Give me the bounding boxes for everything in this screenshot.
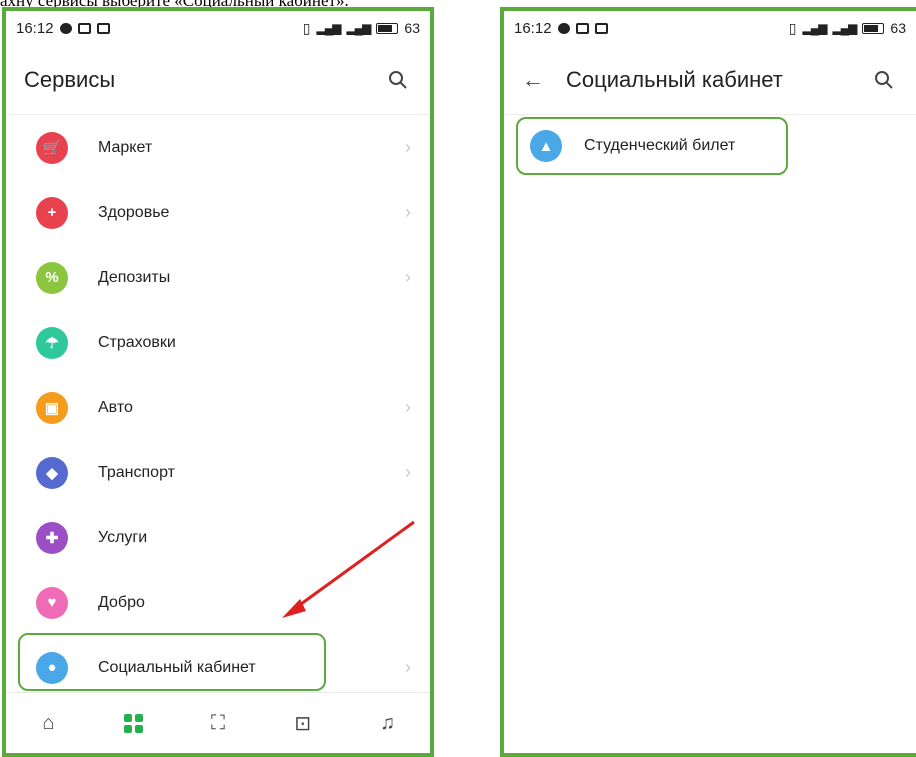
bottom-nav: ⌂ ⛶ ⊡ ♫ (6, 692, 430, 753)
nav-services[interactable] (113, 703, 153, 743)
battery-icon (376, 22, 399, 34)
chevron-right-icon: › (405, 397, 411, 417)
message-icon (59, 22, 72, 34)
chevron-right-icon: › (405, 137, 411, 157)
gallery-icon (575, 22, 589, 34)
service-item-label: Здоровье (98, 203, 170, 221)
nav-home[interactable]: ⌂ (28, 703, 68, 743)
signal-icon: ▂▄▆ (316, 21, 341, 35)
gallery-icon (77, 22, 91, 34)
highlight-frame (516, 117, 788, 175)
status-time: 16:12 (16, 19, 54, 37)
service-item[interactable]: ♥ Добро (6, 570, 430, 635)
signal-2-icon: ▂▄▆ (832, 21, 857, 35)
phone-left-screen: 16:12 ▯ ▂▄▆ ▂▄▆ 63 Сервисы 🛒 Маркет › + Здор… (2, 7, 434, 757)
vibrate-icon: ▯ (302, 19, 311, 36)
status-time: 16:12 (514, 19, 552, 37)
highlight-frame (18, 633, 326, 691)
nav-scan[interactable]: ⛶ (198, 703, 238, 743)
scan-icon: ⛶ (210, 711, 225, 734)
service-item-label: Авто (98, 398, 133, 416)
service-item-label: Добро (98, 593, 145, 611)
signal-2-icon: ▂▄▆ (346, 21, 371, 35)
service-item-label: Услуги (98, 528, 148, 546)
grid-icon (123, 713, 143, 733)
plus-icon: + (36, 196, 68, 229)
chevron-right-icon: › (405, 657, 411, 677)
service-item-label: Транспорт (98, 463, 175, 481)
chevron-right-icon: › (405, 267, 411, 287)
app-bar: ← Социальный кабинет (504, 45, 916, 115)
transport-icon: ◆ (36, 456, 68, 489)
search-icon[interactable] (384, 66, 412, 94)
service-item[interactable]: ▣ Авто › (6, 375, 430, 440)
chevron-right-icon: › (405, 462, 411, 482)
search-icon[interactable] (870, 66, 898, 94)
home-icon: ⌂ (42, 711, 55, 734)
page-title: Социальный кабинет (566, 66, 783, 92)
service-item-label: Страховки (98, 333, 176, 351)
car-icon: ▣ (36, 391, 68, 424)
puzzle-icon: ✚ (36, 521, 68, 554)
back-arrow-icon[interactable]: ← (522, 67, 544, 93)
vibrate-icon: ▯ (788, 19, 797, 36)
service-item-label: Маркет (98, 138, 153, 156)
signal-icon: ▂▄▆ (802, 21, 827, 35)
chevron-right-icon: › (405, 202, 411, 222)
instagram-icon (594, 22, 608, 34)
service-item[interactable]: ◆ Транспорт › (6, 440, 430, 505)
service-item-label: Депозиты (98, 268, 171, 286)
service-item[interactable]: 🛒 Маркет › (6, 115, 430, 180)
message-icon (557, 22, 570, 34)
app-bar: Сервисы (6, 45, 430, 115)
heart-icon: ♥ (36, 586, 68, 619)
nav-notifications[interactable]: ♫ (368, 703, 408, 743)
status-bar: 16:12 ▯ ▂▄▆ ▂▄▆ 63 (6, 11, 430, 45)
inbox-icon: ⊡ (294, 712, 312, 735)
battery-level: 63 (890, 20, 906, 36)
service-item[interactable]: ✚ Услуги (6, 505, 430, 570)
service-item[interactable]: + Здоровье › (6, 180, 430, 245)
umbrella-icon: ☂ (36, 326, 68, 359)
percent-icon: % (36, 261, 68, 294)
cart-icon: 🛒 (36, 131, 68, 164)
service-item[interactable]: ☂ Страховки (6, 310, 430, 375)
battery-level: 63 (404, 20, 420, 36)
nav-inbox[interactable]: ⊡ (283, 703, 323, 743)
service-item[interactable]: % Депозиты › (6, 245, 430, 310)
battery-icon (862, 22, 885, 34)
services-list: 🛒 Маркет › + Здоровье ›% Депозиты › ☂ Страховки ▣ А… (6, 115, 430, 700)
instagram-icon (96, 22, 110, 34)
page-title: Сервисы (24, 66, 116, 92)
bell-icon: ♫ (380, 711, 396, 734)
phone-right-screen: 16:12 ▯ ▂▄▆ ▂▄▆ 63 ← Социальный кабинет … (500, 7, 916, 757)
status-bar: 16:12 ▯ ▂▄▆ ▂▄▆ 63 (504, 11, 916, 45)
